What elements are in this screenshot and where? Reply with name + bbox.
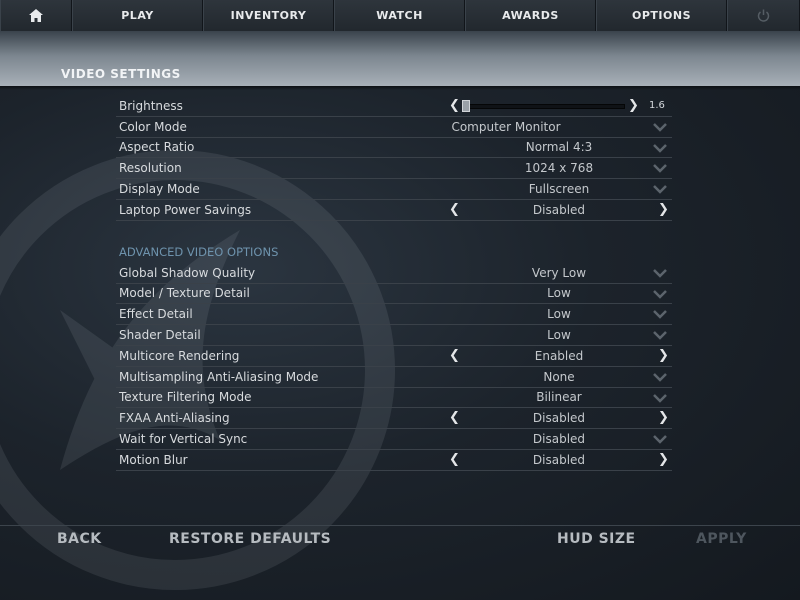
home-icon xyxy=(29,9,43,22)
setting-label: Shader Detail xyxy=(119,328,201,343)
setting-row[interactable]: Color Mode Computer Monitor xyxy=(116,117,672,138)
restore-defaults-button[interactable]: RESTORE DEFAULTS xyxy=(169,531,331,547)
nav-watch-button[interactable]: WATCH xyxy=(334,0,465,31)
setting-row[interactable]: Texture Filtering Mode Bilinear xyxy=(116,388,672,409)
setting-value: Bilinear xyxy=(536,390,582,405)
setting-label: Laptop Power Savings xyxy=(119,202,252,217)
setting-label: Multisampling Anti-Aliasing Mode xyxy=(119,369,319,384)
setting-row[interactable]: Global Shadow Quality Very Low xyxy=(116,263,672,284)
back-button[interactable]: BACK xyxy=(57,531,102,547)
nav-options-label: OPTIONS xyxy=(632,9,691,22)
setting-value: None xyxy=(543,369,575,384)
chevron-down-icon[interactable] xyxy=(653,393,667,403)
nav-awards-button[interactable]: AWARDS xyxy=(465,0,596,31)
setting-value: Disabled xyxy=(532,202,586,217)
chevron-down-icon[interactable] xyxy=(653,143,667,153)
arrow-right-icon[interactable]: ❯ xyxy=(658,452,669,467)
setting-label: Resolution xyxy=(119,161,182,176)
chevron-down-icon[interactable] xyxy=(653,289,667,299)
setting-value: Disabled xyxy=(532,411,586,426)
setting-label: Multicore Rendering xyxy=(119,348,240,363)
nav-inventory-label: INVENTORY xyxy=(230,9,307,22)
chevron-down-icon[interactable] xyxy=(653,122,667,132)
setting-value: Normal 4:3 xyxy=(525,140,593,155)
setting-value: 1024 x 768 xyxy=(524,161,594,176)
chevron-down-icon[interactable] xyxy=(653,434,667,444)
setting-value: Very Low xyxy=(531,265,587,280)
setting-value: Computer Monitor xyxy=(451,119,561,134)
brightness-slider-track[interactable] xyxy=(463,104,625,109)
setting-row[interactable]: Motion Blur ❮ Disabled ❯ xyxy=(116,450,672,471)
video-settings-list: Brightness ❮ ❯ 1.6 Color Mode Computer M… xyxy=(116,96,672,471)
chevron-down-icon[interactable] xyxy=(653,163,667,174)
setting-label: FXAA Anti-Aliasing xyxy=(119,411,230,426)
chevron-down-icon[interactable] xyxy=(653,268,667,278)
hud-size-button[interactable]: HUD SIZE xyxy=(557,531,636,547)
setting-row[interactable]: FXAA Anti-Aliasing ❮ Disabled ❯ xyxy=(116,408,672,430)
nav-watch-label: WATCH xyxy=(376,9,423,22)
setting-label: Brightness xyxy=(119,98,183,113)
setting-row[interactable]: Resolution 1024 x 768 xyxy=(116,158,672,180)
setting-label: Color Mode xyxy=(119,119,187,134)
nav-play-label: PLAY xyxy=(121,9,154,22)
setting-label: Texture Filtering Mode xyxy=(119,390,252,405)
setting-row[interactable]: Multicore Rendering ❮ Enabled ❯ xyxy=(116,346,672,367)
slider-increase-icon[interactable]: ❯ xyxy=(628,98,639,113)
setting-row-brightness: Brightness ❮ ❯ 1.6 xyxy=(116,96,672,117)
setting-label: Motion Blur xyxy=(119,452,188,467)
setting-label: Model / Texture Detail xyxy=(119,286,250,301)
setting-value: Low xyxy=(547,286,571,301)
brightness-value: 1.6 xyxy=(649,100,665,112)
nav-awards-label: AWARDS xyxy=(502,9,559,22)
brightness-slider-handle[interactable] xyxy=(462,100,470,112)
page-title: VIDEO SETTINGS xyxy=(61,67,181,81)
setting-row[interactable]: Aspect Ratio Normal 4:3 xyxy=(116,138,672,159)
setting-value: Disabled xyxy=(532,452,586,467)
setting-value: Disabled xyxy=(532,432,586,447)
setting-value: Low xyxy=(547,307,571,322)
setting-row[interactable]: Laptop Power Savings ❮ Disabled ❯ xyxy=(116,200,672,221)
nav-play-button[interactable]: PLAY xyxy=(72,0,203,31)
setting-row[interactable]: Display Mode Fullscreen xyxy=(116,179,672,200)
arrow-right-icon[interactable]: ❯ xyxy=(658,410,669,425)
setting-value: Fullscreen xyxy=(528,182,590,197)
chevron-down-icon[interactable] xyxy=(653,309,667,320)
arrow-right-icon[interactable]: ❯ xyxy=(658,348,669,363)
setting-label: Display Mode xyxy=(119,182,200,197)
nav-power-button[interactable] xyxy=(727,0,800,31)
setting-label: Wait for Vertical Sync xyxy=(119,432,248,447)
chevron-down-icon[interactable] xyxy=(653,330,667,340)
nav-home-button[interactable] xyxy=(0,0,72,31)
nav-inventory-button[interactable]: INVENTORY xyxy=(203,0,334,31)
setting-value: Low xyxy=(547,328,571,343)
arrow-right-icon[interactable]: ❯ xyxy=(658,202,669,217)
setting-row[interactable]: Wait for Vertical Sync Disabled xyxy=(116,429,672,450)
setting-label: Effect Detail xyxy=(119,307,193,322)
power-icon xyxy=(757,9,770,22)
chevron-down-icon[interactable] xyxy=(653,372,667,382)
setting-row[interactable]: Multisampling Anti-Aliasing Mode None xyxy=(116,367,672,388)
top-nav: PLAY INVENTORY WATCH AWARDS OPTIONS xyxy=(0,0,800,31)
setting-row[interactable]: Shader Detail Low xyxy=(116,325,672,346)
chevron-down-icon[interactable] xyxy=(653,184,667,194)
setting-value: Enabled xyxy=(534,348,584,363)
slider-decrease-icon[interactable]: ❮ xyxy=(449,98,460,113)
nav-options-button[interactable]: OPTIONS xyxy=(596,0,727,31)
footer-divider xyxy=(0,525,800,526)
setting-label: Aspect Ratio xyxy=(119,140,195,155)
header-shadow xyxy=(0,86,800,90)
section-title-advanced: ADVANCED VIDEO OPTIONS xyxy=(119,244,279,259)
setting-label: Global Shadow Quality xyxy=(119,265,256,280)
apply-button[interactable]: APPLY xyxy=(696,531,747,547)
page-header: VIDEO SETTINGS xyxy=(0,31,800,86)
setting-row[interactable]: Model / Texture Detail Low xyxy=(116,284,672,305)
setting-row[interactable]: Effect Detail Low xyxy=(116,304,672,326)
